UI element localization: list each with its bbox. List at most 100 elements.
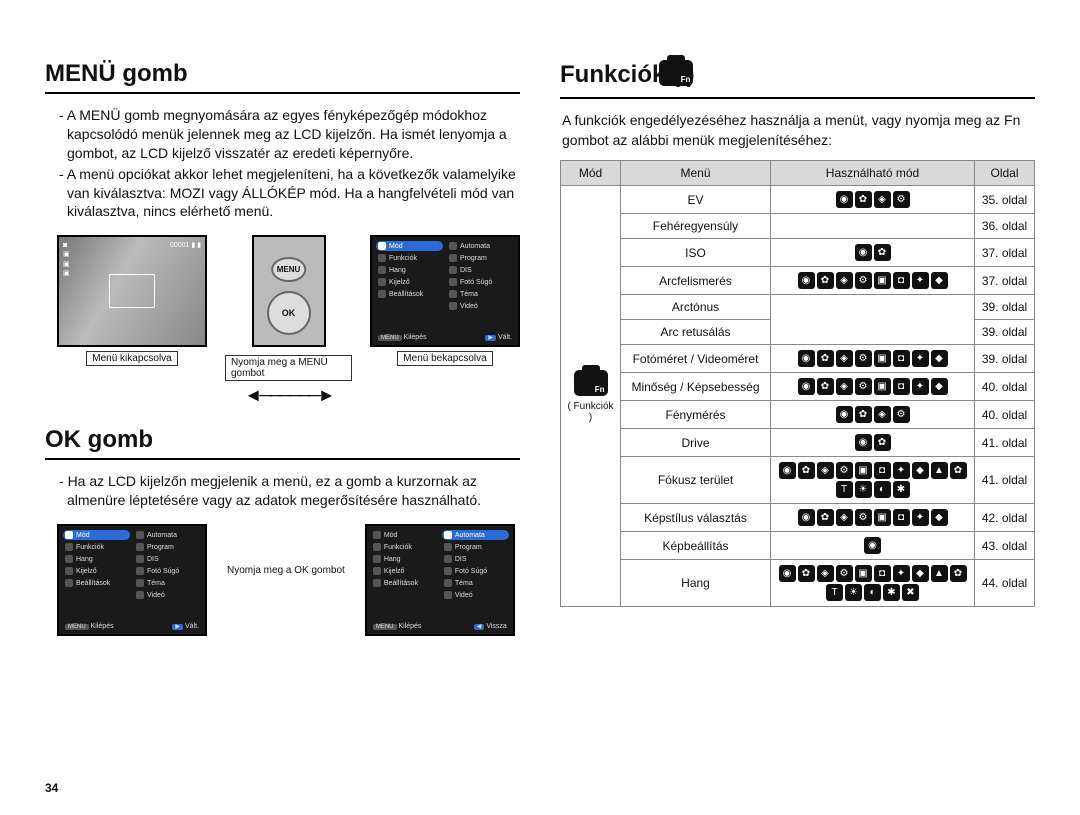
th-mode: Mód: [561, 161, 621, 186]
mode-badge-icon: ◉: [855, 434, 872, 451]
page-number: 34: [45, 781, 58, 795]
mode-badge-icon: ◈: [836, 272, 853, 289]
menu-gomb-para-2: A menü opciókat akkor lehet megjeleníten…: [45, 165, 520, 222]
menu-cell: Fotóméret / Videoméret: [621, 345, 771, 373]
mode-badge-icon: ◈: [817, 565, 834, 582]
page-cell: 39. oldal: [975, 320, 1035, 345]
mode-badge-icon: T: [836, 481, 853, 498]
mode-badge-icon: ◐: [864, 584, 881, 601]
table-row: Arcfelismerés◉✿◈⚙▣◘✦◆37. oldal: [561, 267, 1035, 295]
mode-badge-icon: ▣: [874, 378, 891, 395]
mode-badge-icon: ✦: [912, 378, 929, 395]
page-cell: 43. oldal: [975, 532, 1035, 560]
lcd-screenshot-menu-off: ◙▣▣▣ 00001 ▮ ▮: [57, 235, 207, 347]
mode-badge-icon: ◆: [912, 565, 929, 582]
usable-mode-cell: ◉✿◈⚙▣◘✦◆: [771, 504, 975, 532]
mode-badge-icon: ◈: [874, 191, 891, 208]
mode-badge-icon: T: [826, 584, 843, 601]
page-cell: 36. oldal: [975, 214, 1035, 239]
usable-mode-cell: [771, 214, 975, 239]
mode-badge-icon: ✿: [798, 565, 815, 582]
table-row: Minőség / Képsebesség◉✿◈⚙▣◘✦◆40. oldal: [561, 373, 1035, 401]
menu-cell: Minőség / Képsebesség: [621, 373, 771, 401]
menu-cell: Arcfelismerés: [621, 267, 771, 295]
mode-badge-icon: ◉: [836, 191, 853, 208]
menu-gomb-para-1: A MENÜ gomb megnyomására az egyes fényké…: [45, 106, 520, 163]
mode-badge-icon: ✿: [950, 565, 967, 582]
menu-cell: Képbeállítás: [621, 532, 771, 560]
mode-badge-icon: ◆: [931, 350, 948, 367]
mode-badge-icon: ✖: [902, 584, 919, 601]
th-menu: Menü: [621, 161, 771, 186]
mode-badge-icon: ✦: [893, 462, 910, 479]
mode-badge-icon: ✿: [874, 434, 891, 451]
mode-badge-icon: ✿: [874, 244, 891, 261]
heading-funkciok: Funkciók ( ) Fn: [560, 60, 1035, 99]
mode-badge-icon: ◈: [817, 462, 834, 479]
table-row: Fókusz terület◉✿◈⚙▣◘✦◆▲✿T☀◐✱41. oldal: [561, 457, 1035, 504]
usable-mode-cell: ◉✿: [771, 429, 975, 457]
mode-badge-icon: ✿: [855, 191, 872, 208]
mode-badge-icon: ✱: [893, 481, 910, 498]
mode-badge-icon: ⚙: [855, 272, 872, 289]
mode-badge-icon: ▲: [931, 462, 948, 479]
page-cell: 35. oldal: [975, 186, 1035, 214]
menu-cell: Arc retusálás: [621, 320, 771, 345]
mode-badge-icon: ◘: [874, 462, 891, 479]
ok-gomb-para-1: Ha az LCD kijelzőn megjelenik a menü, ez…: [45, 472, 520, 510]
page-cell: 39. oldal: [975, 345, 1035, 373]
mode-badge-icon: ▣: [855, 565, 872, 582]
menu-cell: EV: [621, 186, 771, 214]
mode-badge-icon: ◐: [874, 481, 891, 498]
mode-badge-icon: ⚙: [855, 378, 872, 395]
mode-badge-icon: ✿: [798, 462, 815, 479]
fn-camera-icon: Fn: [659, 60, 693, 86]
mode-badge-icon: ⚙: [893, 406, 910, 423]
mode-badge-icon: ◘: [893, 272, 910, 289]
usable-mode-cell: ◉✿◈⚙▣◘✦◆: [771, 373, 975, 401]
table-row: Arctónus39. oldal: [561, 295, 1035, 320]
mode-badge-icon: ✱: [883, 584, 900, 601]
mode-badge-icon: ◘: [874, 565, 891, 582]
th-page: Oldal: [975, 161, 1035, 186]
double-arrow-icon: ◄──────►: [229, 385, 349, 406]
mode-badge-icon: ◉: [836, 406, 853, 423]
mode-badge-icon: ▣: [874, 509, 891, 526]
menu-cell: Képstílus választás: [621, 504, 771, 532]
caption-menu-on: Menü bekapcsolva: [397, 351, 492, 366]
mode-badge-icon: ◉: [798, 378, 815, 395]
mode-badge-icon: ▲: [931, 565, 948, 582]
mode-badge-icon: ◈: [836, 350, 853, 367]
menu-cell: Fénymérés: [621, 401, 771, 429]
mode-badge-icon: ✿: [817, 272, 834, 289]
table-row: ISO◉✿37. oldal: [561, 239, 1035, 267]
page-cell: 41. oldal: [975, 429, 1035, 457]
page-cell: 39. oldal: [975, 295, 1035, 320]
caption-press-menu: Nyomja meg a MENÜ gombot: [225, 355, 352, 381]
usable-mode-cell: ◉✿◈⚙▣◘✦◆: [771, 267, 975, 295]
mode-badge-icon: ◆: [931, 272, 948, 289]
usable-mode-cell: [771, 295, 975, 345]
functions-table: Mód Menü Használható mód Oldal Fn( Funkc…: [560, 160, 1035, 607]
mode-badge-icon: ◉: [779, 565, 796, 582]
table-row: Drive◉✿41. oldal: [561, 429, 1035, 457]
mode-badge-icon: ◆: [931, 509, 948, 526]
lcd-screenshot-ok-left: MódFunkciókHangKijelzőBeállítások Automa…: [57, 524, 207, 636]
usable-mode-cell: ◉✿◈⚙▣◘✦◆▲✿T☀◐✱✖: [771, 560, 975, 607]
mode-badge-icon: ✿: [817, 350, 834, 367]
usable-mode-cell: ◉: [771, 532, 975, 560]
mode-badge-icon: ⚙: [893, 191, 910, 208]
menu-cell: Hang: [621, 560, 771, 607]
mode-badge-icon: ◉: [864, 537, 881, 554]
menu-cell: ISO: [621, 239, 771, 267]
mode-badge-icon: ◈: [836, 378, 853, 395]
lcd-screenshot-menu-on: MódFunkciókHangKijelzőBeállítások Automa…: [370, 235, 520, 347]
mode-badge-icon: ◈: [874, 406, 891, 423]
mode-badge-icon: ◘: [893, 378, 910, 395]
page-cell: 40. oldal: [975, 373, 1035, 401]
mode-badge-icon: ✿: [855, 406, 872, 423]
mode-badge-icon: ✿: [817, 509, 834, 526]
page-cell: 37. oldal: [975, 239, 1035, 267]
mode-badge-icon: ✿: [950, 462, 967, 479]
mode-badge-icon: ◉: [798, 272, 815, 289]
